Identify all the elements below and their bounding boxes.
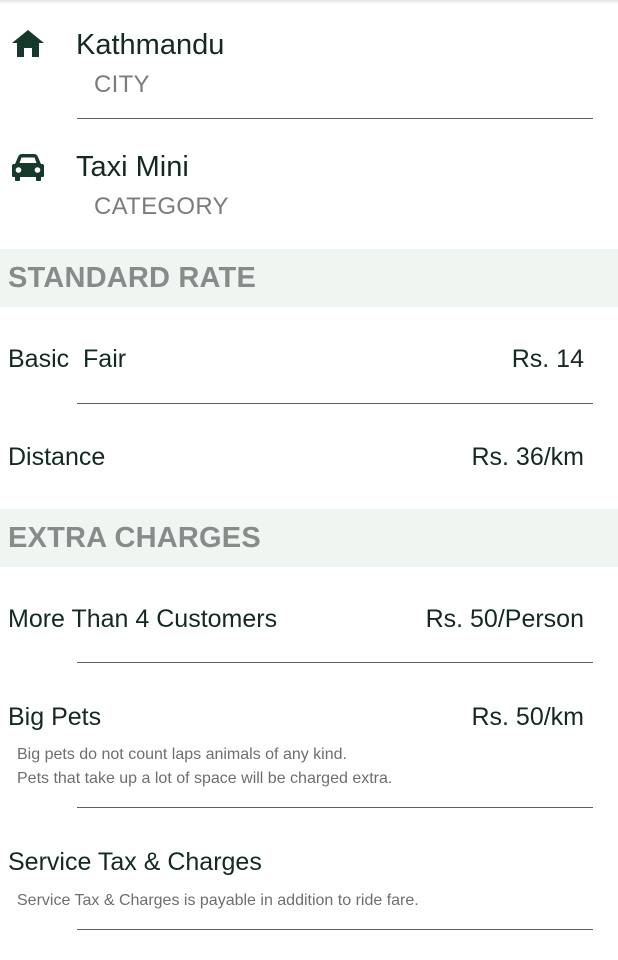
car-icon (10, 149, 46, 185)
divider (77, 118, 593, 119)
divider (77, 929, 593, 930)
category-label: CATEGORY (94, 193, 229, 220)
standard-rate-title: STANDARD RATE (8, 262, 257, 294)
divider (77, 662, 593, 663)
city-selector[interactable]: Kathmandu CITY (0, 0, 618, 122)
divider (77, 403, 593, 404)
rate-value: Rs. 50/Person (425, 605, 584, 633)
rate-note: Service Tax & Charges is payable in addi… (17, 892, 419, 909)
extra-charges-header: EXTRA CHARGES (0, 509, 618, 567)
rate-label: Distance (8, 443, 106, 471)
extra-charges-title: EXTRA CHARGES (8, 522, 261, 554)
divider (77, 807, 593, 808)
rate-value: Rs. 36/km (471, 443, 584, 471)
rate-note: Pets that take up a lot of space will be… (17, 770, 393, 787)
home-icon (10, 26, 46, 62)
rate-label: Service Tax & Charges (8, 848, 262, 876)
rate-note: Big pets do not count laps animals of an… (17, 746, 347, 763)
rate-value: Rs. 50/km (471, 703, 584, 731)
city-label: CITY (94, 71, 150, 98)
category-value: Taxi Mini (76, 151, 189, 183)
city-value: Kathmandu (76, 29, 225, 61)
rate-label: More Than 4 Customers (8, 605, 278, 633)
rate-label: Basic Fair (8, 345, 127, 373)
rate-label: Big Pets (8, 703, 102, 731)
rate-value: Rs. 14 (511, 345, 584, 373)
standard-rate-header: STANDARD RATE (0, 249, 618, 307)
category-selector[interactable]: Taxi Mini CATEGORY (0, 122, 618, 244)
